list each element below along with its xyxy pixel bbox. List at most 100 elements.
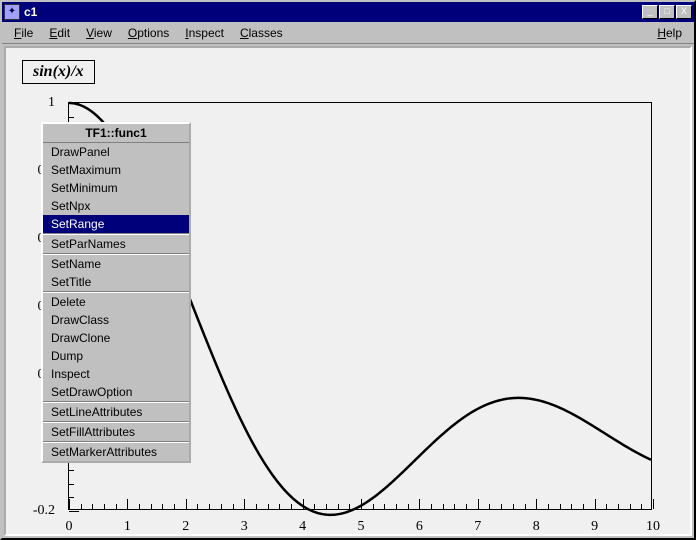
x-minor-tick [466,504,467,509]
x-tick-label: 10 [646,519,660,535]
x-minor-tick [209,504,210,509]
x-tick [127,499,128,509]
x-tick [361,499,362,509]
context-menu: TF1::func1 DrawPanelSetMaximumSetMinimum… [41,122,191,463]
x-tick-label: 4 [299,519,306,535]
x-minor-tick [431,504,432,509]
x-tick [536,499,537,509]
x-tick-label: 9 [591,519,598,535]
context-menu-item-dump[interactable]: Dump [43,347,189,365]
x-minor-tick [560,504,561,509]
y-tick-label: 1 [48,95,55,111]
plot-title[interactable]: sin(x)/x [22,60,95,84]
x-tick [653,499,654,509]
x-minor-tick [92,504,93,509]
window-title: c1 [24,5,641,19]
maximize-button[interactable]: □ [659,5,675,19]
x-tick-label: 5 [358,519,365,535]
x-minor-tick [583,504,584,509]
x-tick [303,499,304,509]
y-minor-tick [69,497,74,498]
x-minor-tick [606,504,607,509]
titlebar: ✦ c1 _ □ X [2,2,694,22]
menu-options[interactable]: Options [120,24,177,42]
x-minor-tick [571,504,572,509]
x-minor-tick [116,504,117,509]
x-minor-tick [349,504,350,509]
x-minor-tick [501,504,502,509]
canvas-area[interactable]: sin(x)/x 012345678910-0.200.20.40.60.81 … [4,46,692,536]
x-minor-tick [326,504,327,509]
x-minor-tick [279,504,280,509]
x-tick-label: 2 [182,519,189,535]
x-tick-label: 6 [416,519,423,535]
x-minor-tick [641,504,642,509]
menu-view[interactable]: View [78,24,120,42]
context-menu-item-settitle[interactable]: SetTitle [43,273,189,291]
y-minor-tick [69,470,74,471]
context-menu-item-setnpx[interactable]: SetNpx [43,197,189,215]
close-button[interactable]: X [676,5,692,19]
x-tick [69,499,70,509]
x-tick-label: 7 [474,519,481,535]
context-menu-item-setname[interactable]: SetName [43,255,189,273]
menu-edit[interactable]: Edit [41,24,78,42]
x-minor-tick [104,504,105,509]
x-minor-tick [81,504,82,509]
context-menu-item-inspect[interactable]: Inspect [43,365,189,383]
x-minor-tick [268,504,269,509]
context-menu-item-delete[interactable]: Delete [43,293,189,311]
context-menu-item-setmarkerattributes[interactable]: SetMarkerAttributes [43,443,189,461]
x-minor-tick [197,504,198,509]
menu-classes[interactable]: Classes [232,24,291,42]
menu-help[interactable]: Help [649,24,690,42]
x-minor-tick [618,504,619,509]
context-menu-item-drawclone[interactable]: DrawClone [43,329,189,347]
x-minor-tick [338,504,339,509]
x-minor-tick [139,504,140,509]
menu-inspect[interactable]: Inspect [177,24,232,42]
x-tick [244,499,245,509]
context-menu-item-setlineattributes[interactable]: SetLineAttributes [43,403,189,421]
x-minor-tick [314,504,315,509]
y-minor-tick [69,484,74,485]
context-menu-item-setminimum[interactable]: SetMinimum [43,179,189,197]
x-minor-tick [233,504,234,509]
x-minor-tick [151,504,152,509]
x-minor-tick [443,504,444,509]
x-tick [186,499,187,509]
x-minor-tick [256,504,257,509]
y-minor-tick [69,117,74,118]
y-tick [69,511,79,512]
x-minor-tick [384,504,385,509]
context-menu-item-drawclass[interactable]: DrawClass [43,311,189,329]
context-menu-item-setrange[interactable]: SetRange [43,215,189,233]
context-menu-item-setdrawoption[interactable]: SetDrawOption [43,383,189,401]
y-tick-label: -0.2 [33,503,55,519]
x-minor-tick [548,504,549,509]
x-minor-tick [408,504,409,509]
x-tick-label: 8 [533,519,540,535]
x-tick-label: 0 [66,519,73,535]
app-window: ✦ c1 _ □ X FileEditViewOptionsInspectCla… [0,0,696,540]
context-menu-title: TF1::func1 [43,124,189,143]
y-tick [69,103,79,104]
context-menu-item-setparnames[interactable]: SetParNames [43,235,189,253]
x-tick [595,499,596,509]
context-menu-item-setmaximum[interactable]: SetMaximum [43,161,189,179]
x-minor-tick [513,504,514,509]
context-menu-item-setfillattributes[interactable]: SetFillAttributes [43,423,189,441]
x-minor-tick [630,504,631,509]
menu-file[interactable]: File [6,24,41,42]
x-tick [419,499,420,509]
x-minor-tick [221,504,222,509]
x-minor-tick [525,504,526,509]
x-tick [478,499,479,509]
x-tick-label: 1 [124,519,131,535]
context-menu-item-drawpanel[interactable]: DrawPanel [43,143,189,161]
x-minor-tick [396,504,397,509]
x-minor-tick [291,504,292,509]
x-minor-tick [489,504,490,509]
x-tick-label: 3 [241,519,248,535]
minimize-button[interactable]: _ [642,5,658,19]
